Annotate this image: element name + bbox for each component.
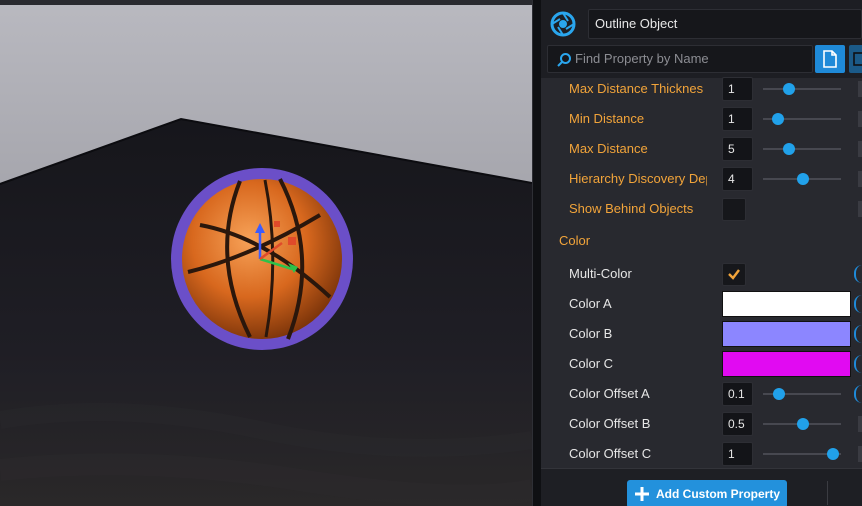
add-custom-property-button[interactable]: Add Custom Property — [627, 480, 787, 506]
object-name-field[interactable]: Outline Object — [588, 9, 862, 39]
property-row-color-offset-a: Color Offset A 0.1 — [541, 379, 862, 409]
side-rail — [858, 171, 862, 187]
number-input[interactable]: 1 — [722, 77, 753, 101]
slider-knob[interactable] — [782, 83, 795, 95]
side-rail — [858, 141, 862, 157]
side-rail — [858, 81, 862, 97]
section-title: Color — [559, 233, 591, 248]
property-label: Max Distance — [569, 141, 648, 156]
color-swatch[interactable] — [722, 291, 851, 317]
reset-icon[interactable] — [854, 385, 862, 403]
slider-track[interactable] — [763, 148, 841, 150]
number-input[interactable]: 1 — [722, 107, 753, 131]
property-row-max-distance: Max Distance 5 — [541, 134, 862, 164]
property-label: Max Distance Thicknes — [569, 81, 704, 96]
reset-icon[interactable] — [854, 355, 862, 373]
number-input[interactable]: 4 — [722, 167, 753, 191]
checkmark-icon — [728, 269, 740, 280]
panel-footer: Add Custom Property — [541, 468, 862, 506]
property-label: Color B — [569, 326, 613, 341]
slider-knob[interactable] — [771, 113, 784, 125]
property-label: Min Distance — [569, 111, 645, 126]
section-color[interactable]: Color — [541, 226, 862, 256]
slider-knob[interactable] — [782, 143, 795, 155]
number-input[interactable]: 1 — [722, 442, 753, 466]
portal-logo-icon — [550, 11, 576, 37]
slider-knob[interactable] — [796, 173, 809, 185]
search-icon — [557, 53, 571, 67]
property-row-max-distance-thickness: Max Distance Thicknes 1 — [541, 74, 862, 104]
property-row-hierarchy-discovery-depth: Hierarchy Discovery Dep 4 — [541, 164, 862, 194]
property-label: Color Offset B — [569, 416, 651, 431]
panel-header: Outline Object — [541, 0, 862, 44]
property-label: Show Behind Objects — [569, 201, 694, 216]
add-custom-property-label: Add Custom Property — [656, 487, 781, 501]
document-icon — [823, 50, 837, 68]
property-label: Hierarchy Discovery Dep — [569, 171, 707, 186]
property-label: Color C — [569, 356, 614, 371]
property-row-color-b: Color B — [541, 319, 862, 349]
slider-knob[interactable] — [773, 388, 786, 400]
slider-track[interactable] — [763, 88, 841, 90]
color-swatch[interactable] — [722, 321, 851, 347]
side-rail — [858, 111, 862, 127]
show-behind-objects-checkbox[interactable] — [722, 198, 746, 221]
reset-icon[interactable] — [854, 265, 862, 283]
property-row-color-c: Color C — [541, 349, 862, 379]
reset-icon[interactable] — [854, 325, 862, 343]
side-rail — [858, 201, 862, 217]
property-label: Color Offset C — [569, 446, 652, 461]
number-input[interactable]: 0.1 — [722, 382, 753, 406]
number-input[interactable]: 0.5 — [722, 412, 753, 436]
plus-icon — [635, 487, 649, 501]
3d-viewport[interactable] — [0, 0, 532, 506]
slider-knob[interactable] — [796, 418, 809, 430]
panel-icon — [853, 52, 862, 66]
basketball-selected-object[interactable] — [170, 167, 354, 351]
property-row-color-a: Color A — [541, 289, 862, 319]
color-swatch[interactable] — [722, 351, 851, 377]
reset-icon[interactable] — [854, 295, 862, 313]
property-list: Max Distance Thicknes 1 Min Distance 1 M… — [541, 77, 862, 469]
document-button[interactable] — [815, 45, 845, 73]
secondary-view-button[interactable] — [849, 45, 862, 73]
footer-divider — [827, 481, 828, 505]
number-input[interactable]: 5 — [722, 137, 753, 161]
multi-color-checkbox[interactable] — [722, 263, 746, 286]
property-label: Color Offset A — [569, 386, 650, 401]
slider-knob[interactable] — [827, 448, 840, 460]
side-rail — [858, 446, 862, 462]
property-label: Color A — [569, 296, 612, 311]
properties-panel: Outline Object Find Property by Name Max… — [541, 0, 862, 506]
search-placeholder: Find Property by Name — [575, 51, 709, 66]
property-row-color-offset-c: Color Offset C 1 — [541, 439, 862, 469]
property-label: Multi-Color — [569, 266, 632, 281]
property-row-multi-color: Multi-Color — [541, 259, 862, 289]
search-input[interactable]: Find Property by Name — [547, 45, 813, 73]
panel-splitter[interactable] — [532, 0, 541, 506]
property-row-show-behind-objects: Show Behind Objects — [541, 194, 862, 224]
property-row-min-distance: Min Distance 1 — [541, 104, 862, 134]
property-row-color-offset-b: Color Offset B 0.5 — [541, 409, 862, 439]
search-row: Find Property by Name — [541, 44, 862, 78]
side-rail — [858, 416, 862, 432]
